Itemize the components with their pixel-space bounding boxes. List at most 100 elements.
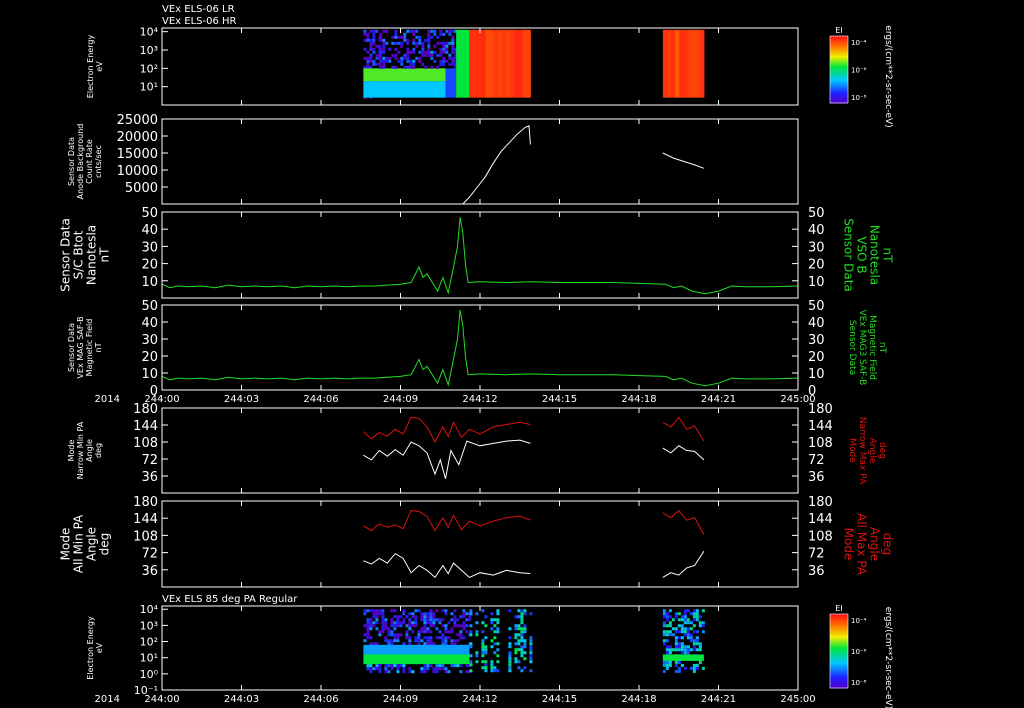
time-tick-label: 244:12 <box>462 694 497 705</box>
spectrogram-cell <box>424 38 428 42</box>
y-axis-label-line: VEx MAG SAF-B <box>76 316 85 378</box>
y-tick-label-right: 30 <box>808 240 825 255</box>
spectrogram-cell <box>442 50 446 54</box>
spectrogram-cell <box>439 41 443 45</box>
spectrogram-cell <box>481 630 485 634</box>
y-tick-label: 108 <box>133 436 158 451</box>
spectrogram-cell <box>384 636 388 640</box>
spectrogram-cell <box>686 648 690 652</box>
spectrogram-cell <box>451 59 455 63</box>
spectrogram-cell <box>523 630 527 634</box>
spectrogram-cell <box>481 621 485 625</box>
spectrogram-cell <box>399 615 403 619</box>
spectrogram-cell <box>372 621 376 625</box>
spectrogram-cell <box>680 624 684 628</box>
spectrogram-cell <box>517 666 521 670</box>
spectrogram-cell <box>378 670 382 674</box>
spectrogram-cell <box>695 615 699 619</box>
spectrogram-cell <box>683 609 687 613</box>
spectrogram-cell <box>418 35 422 39</box>
spectrogram-cell <box>427 38 431 42</box>
spectrogram-cell <box>372 612 376 616</box>
spectrogram-cell <box>409 59 413 63</box>
spectrogram-cell <box>689 639 693 643</box>
spectrogram-cell <box>489 29 495 98</box>
spectrogram-cell <box>683 648 687 652</box>
time-tick-label: 244:00 <box>144 694 179 705</box>
colorbar-tick-label: 10⁻⁶ <box>851 67 867 75</box>
spectrogram-cell <box>671 648 675 652</box>
spectrogram-cell <box>695 639 699 643</box>
spectrogram-cell <box>674 636 678 640</box>
spectrogram-cell <box>687 29 693 98</box>
spectrogram-cell <box>665 639 669 643</box>
spectrogram-cell <box>493 618 497 622</box>
spectrogram-cell <box>375 44 379 48</box>
spectrogram-cell <box>423 670 427 674</box>
spectrogram-cell <box>418 38 422 42</box>
spectrogram-cell <box>686 633 690 637</box>
spectrogram-cell <box>366 618 370 622</box>
spectrogram-cell <box>442 41 446 45</box>
y-tick-label: 10⁴ <box>140 603 159 616</box>
spectrogram-cell <box>484 660 488 664</box>
spectrogram-cell <box>701 621 705 625</box>
spectrogram-cell <box>668 615 672 619</box>
y-axis-label-line: Angle <box>85 527 99 561</box>
spectrogram-cell <box>384 624 388 628</box>
spectrogram-cell <box>432 618 436 622</box>
spectrogram-cell <box>514 651 518 655</box>
spectrogram-cell <box>421 44 425 48</box>
spectrogram-cell <box>429 664 433 668</box>
spectrogram-cell <box>451 47 455 51</box>
spectrogram-cell <box>390 664 394 668</box>
spectrogram-cell <box>378 612 382 616</box>
spectrogram-cell <box>421 47 425 51</box>
spectrogram-cell <box>680 645 684 649</box>
y-axis-label-line: Angle <box>85 439 94 462</box>
y-tick-label: 50 <box>141 299 158 314</box>
spectrogram-cell <box>403 32 407 36</box>
spectrogram-cell <box>435 627 439 631</box>
spectrogram-cell <box>441 618 445 622</box>
spectrogram-cell <box>522 29 527 98</box>
spectrogram-cell <box>692 612 696 616</box>
spectrogram-cell <box>456 664 460 668</box>
spectrogram-cell <box>382 44 386 48</box>
spectrogram-cell <box>381 612 385 616</box>
header-line-1: VEx ELS-06 LR <box>162 4 235 15</box>
spectrogram-cell <box>668 633 672 637</box>
spectrogram-cell <box>390 624 394 628</box>
spectrogram-cell <box>508 663 512 667</box>
spectrogram-cell <box>665 633 669 637</box>
spectrogram-cell <box>453 615 457 619</box>
spectrogram-cell <box>453 624 457 628</box>
spectrogram-cell <box>378 44 382 48</box>
spectrogram-cell <box>662 615 666 619</box>
spectrogram-cell <box>396 667 400 671</box>
spectrogram-cell <box>469 663 473 667</box>
time-tick-label: 244:06 <box>303 694 338 705</box>
time-tick-label: 244:09 <box>383 394 418 405</box>
y-axis-label-line: eV <box>95 61 104 72</box>
spectrogram-cell <box>423 621 427 625</box>
spectrogram-cell <box>529 642 533 646</box>
spectrogram-cell <box>517 609 521 613</box>
spectrogram-cell <box>451 29 455 33</box>
spectrogram-cell <box>517 627 521 631</box>
spectrogram-cell <box>420 670 424 674</box>
spectrogram-cell <box>508 609 512 613</box>
spectrogram-cell <box>414 615 418 619</box>
spectrogram-cell <box>448 62 452 66</box>
spectrogram-cell <box>701 624 705 628</box>
spectrogram-cell <box>481 29 487 98</box>
spectrogram-cell <box>420 639 424 643</box>
spectrogram-cell <box>665 630 669 634</box>
spectrogram-cell <box>379 59 383 63</box>
spectrogram-cell <box>396 664 400 668</box>
spectrogram-cell <box>508 666 512 670</box>
spectrogram-cell <box>444 612 448 616</box>
spectrogram-cell <box>484 615 488 619</box>
spectrogram-cell <box>427 35 431 39</box>
spectrogram-cell <box>421 41 425 45</box>
